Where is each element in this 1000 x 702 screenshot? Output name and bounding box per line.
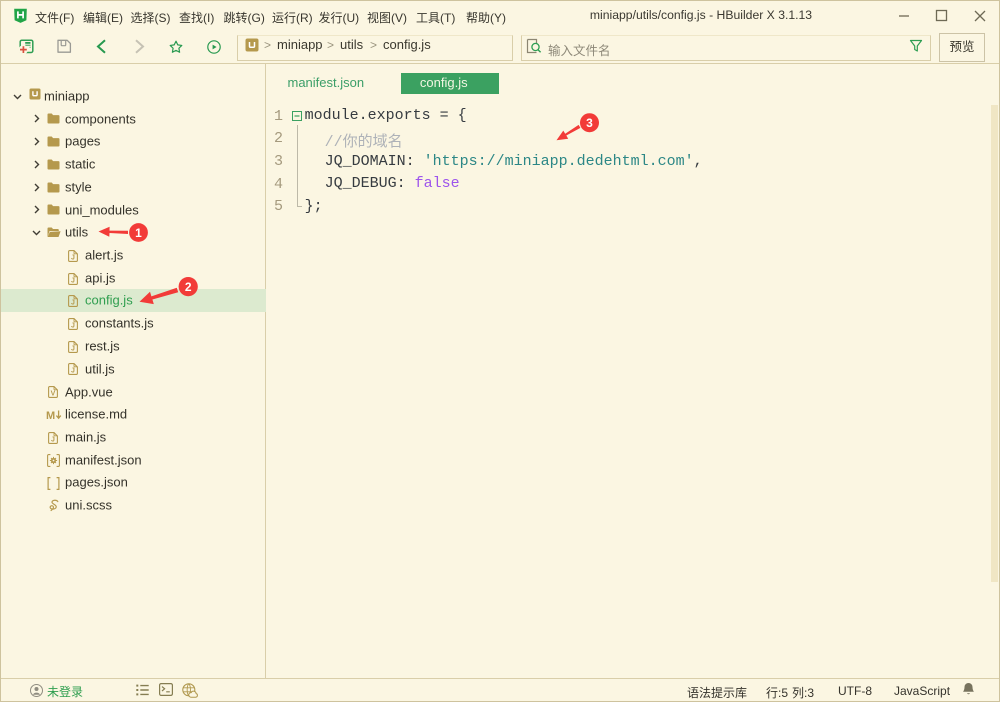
- svg-text:J: J: [51, 436, 55, 443]
- svg-text:J: J: [71, 300, 75, 307]
- svg-text:J: J: [71, 277, 75, 284]
- svg-text:J: J: [71, 322, 75, 329]
- svg-text:J: J: [71, 368, 75, 375]
- svg-text:J: J: [71, 345, 75, 352]
- svg-text:J: J: [71, 254, 75, 261]
- svg-text:V: V: [51, 391, 56, 398]
- svg-text:M: M: [46, 410, 55, 421]
